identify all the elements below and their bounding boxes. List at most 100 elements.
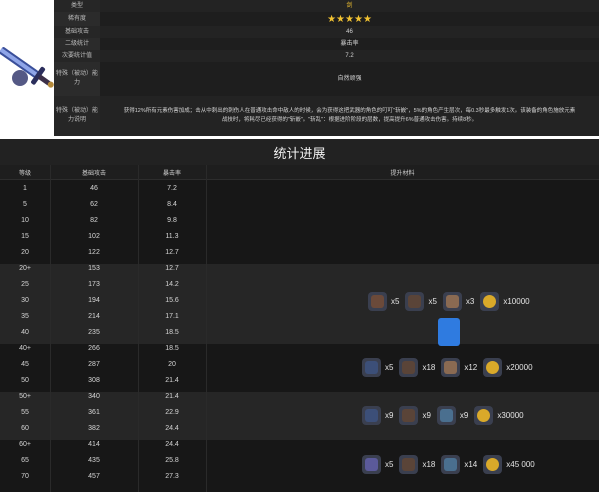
level-cell: 50 (21, 376, 29, 384)
level-cell: 20 (21, 248, 29, 256)
col-header-crit: 暴击率 (138, 165, 206, 180)
table-row: 40 235 18.5 (0, 324, 206, 340)
material-quantity: x5 (391, 296, 400, 306)
table-row: 55 361 22.9 (0, 404, 206, 420)
material-item[interactable]: x20000 (483, 357, 533, 377)
table-row: 65 435 25.8 (0, 452, 206, 468)
material-quantity: x5 (385, 459, 394, 469)
material-item[interactable]: x18 (399, 357, 436, 377)
material-item[interactable]: x10000 (480, 291, 530, 311)
material-item[interactable]: x5 (405, 291, 437, 311)
info-value: 7.2 (100, 50, 599, 62)
table-row: 20+ 153 12.7 (0, 260, 206, 276)
info-value: 暴击率 (100, 38, 599, 50)
crit-rate-cell: 21.4 (165, 392, 179, 400)
material-item[interactable]: x5 (368, 291, 400, 311)
base-atk-cell: 173 (88, 280, 100, 288)
crit-rate-cell: 11.3 (165, 232, 179, 240)
base-atk-cell: 361 (88, 408, 100, 416)
info-key: 类型 (54, 0, 100, 12)
base-atk-cell: 194 (88, 296, 100, 304)
material-quantity: x12 (464, 362, 478, 372)
material-quantity: x9 (422, 410, 431, 420)
crit-rate-cell: 14.2 (165, 280, 179, 288)
level-cell: 5 (23, 200, 27, 208)
crit-rate-cell: 25.8 (165, 456, 179, 464)
crit-rate-cell: 15.6 (165, 296, 179, 304)
material-item[interactable]: x18 (399, 454, 436, 474)
material-quantity: x18 (422, 459, 436, 469)
table-row: 10 82 9.8 (0, 212, 206, 228)
weapon-image (0, 0, 54, 136)
site-logo (438, 318, 460, 346)
level-cell: 35 (21, 312, 29, 320)
blue-shell-icon (441, 454, 461, 474)
material-item[interactable]: x3 (442, 291, 475, 311)
material-quantity: x14 (464, 459, 478, 469)
table-row: 40+ 266 18.5 (0, 340, 206, 356)
level-cell: 30 (21, 296, 29, 304)
material-quantity: x20000 (506, 362, 533, 372)
level-cell: 70 (21, 472, 29, 480)
mora-coin-icon (483, 357, 503, 377)
material-item[interactable]: x12 (441, 357, 478, 377)
info-row-rarity: 稀有度 ★★★★★ (54, 12, 599, 27)
material-item[interactable]: x9 (399, 405, 431, 425)
mora-coin-icon (480, 291, 500, 311)
table-row: 20 122 12.7 (0, 244, 206, 260)
crit-rate-cell: 24.4 (165, 440, 179, 448)
material-quantity: x5 (385, 362, 394, 372)
crit-rate-cell: 20 (168, 360, 176, 368)
crit-rate-cell: 18.5 (165, 328, 179, 336)
violet-hook-icon (362, 454, 381, 474)
base-atk-cell: 122 (88, 248, 100, 256)
divider (206, 165, 207, 492)
crit-rate-cell: 24.4 (165, 424, 179, 432)
table-row: 50 308 21.4 (0, 372, 206, 388)
crit-rate-cell: 8.4 (167, 200, 177, 208)
table-row: 25 173 14.2 (0, 276, 206, 292)
material-quantity: x3 (465, 296, 475, 306)
material-item[interactable]: x45 000 (483, 454, 535, 474)
base-atk-cell: 62 (90, 200, 98, 208)
brown-scale-icon (368, 291, 387, 311)
stat-progression-table: 统计进展 等级 基础攻击 暴击率 提升材料 1 46 7.2 5 62 8.4 10 82 9.… (0, 139, 599, 492)
table-row: 5 62 8.4 (0, 196, 206, 212)
ascension-material-group: x9 x9 x9 x30000 (362, 404, 530, 426)
table-row: 50+ 340 21.4 (0, 388, 206, 404)
material-quantity: x45 000 (506, 459, 535, 469)
level-cell: 10 (21, 216, 29, 224)
level-cell: 20+ (19, 264, 31, 272)
material-item[interactable]: x5 (362, 454, 394, 474)
level-cell: 45 (21, 360, 29, 368)
material-quantity: x30000 (497, 410, 524, 420)
feather-icon (399, 357, 419, 377)
feather-icon (405, 291, 425, 311)
blue-hook-icon (362, 405, 381, 425)
base-atk-cell: 46 (90, 184, 98, 192)
info-key: 特殊（被动）能力 (54, 62, 100, 96)
material-item[interactable]: x5 (362, 357, 394, 377)
shell-icon (441, 357, 461, 377)
info-row-passive-name: 特殊（被动）能力 自然顽强 (54, 62, 599, 97)
ascension-material-group: x5 x5 x3 x10000 (368, 290, 536, 312)
mora-coin-icon (483, 454, 503, 474)
material-quantity: x18 (422, 362, 436, 372)
info-key: 特殊（被动）能力说明 (54, 96, 100, 136)
blue-hook-icon (362, 357, 381, 377)
base-atk-cell: 235 (88, 328, 100, 336)
material-quantity: x9 (459, 410, 469, 420)
material-item[interactable]: x30000 (474, 405, 524, 425)
section-title: 统计进展 (0, 139, 599, 166)
crit-rate-cell: 18.5 (165, 344, 179, 352)
material-item[interactable]: x9 (436, 405, 469, 425)
level-cell: 60 (21, 424, 29, 432)
table-row: 45 287 20 (0, 356, 206, 372)
level-cell: 55 (21, 408, 29, 416)
crit-rate-cell: 9.8 (167, 216, 177, 224)
crit-rate-cell: 17.1 (165, 312, 179, 320)
feather-icon (399, 454, 419, 474)
material-item[interactable]: x9 (362, 405, 393, 425)
level-cell: 1 (23, 184, 27, 192)
material-item[interactable]: x14 (441, 454, 478, 474)
